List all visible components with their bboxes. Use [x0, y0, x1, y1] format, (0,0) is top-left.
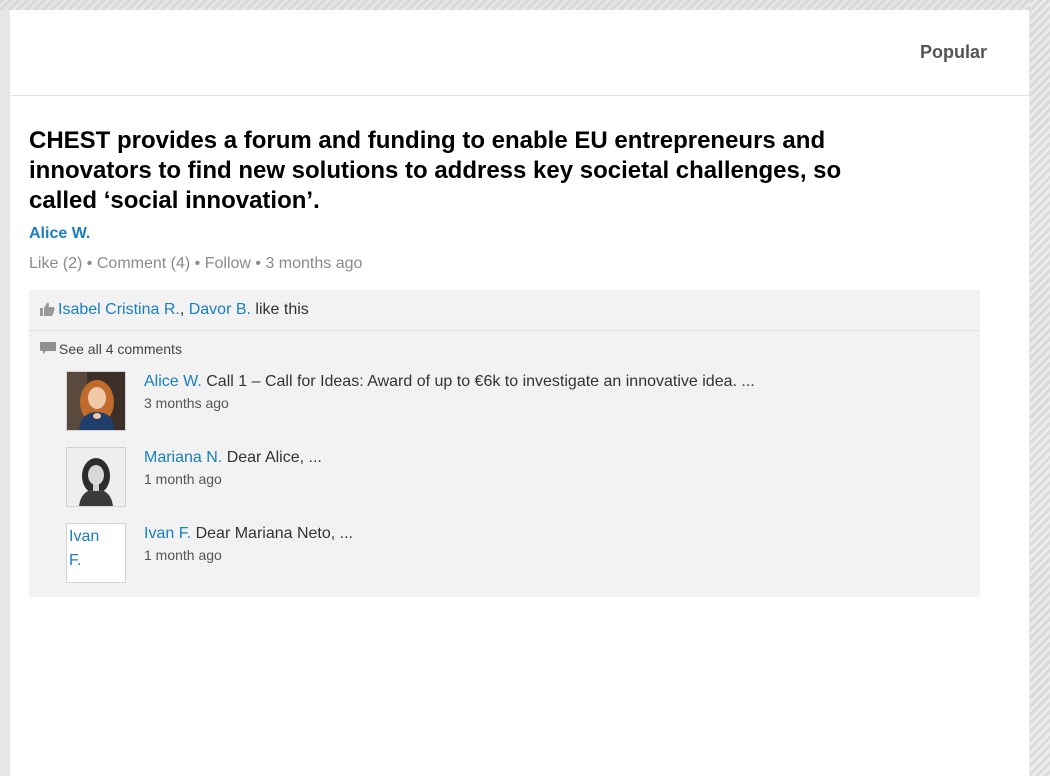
liker-link-davor[interactable]: Davor B.: [189, 301, 251, 318]
avatar-alt-line: F.: [69, 552, 82, 569]
post-timestamp: 3 months ago: [265, 255, 363, 272]
comment-item: Mariana N. Dear Alice, ... 1 month ago: [66, 447, 980, 511]
post-author-link[interactable]: Alice W.: [29, 225, 90, 243]
thumbs-up-icon: [40, 292, 55, 332]
post-actions: Like (2) • Comment (4) • Follow • 3 mont…: [29, 255, 1029, 273]
separator: •: [250, 255, 266, 272]
likers-separator: ,: [179, 301, 189, 318]
post-title[interactable]: CHEST provides a forum and funding to en…: [29, 126, 849, 216]
comment-author-link[interactable]: Mariana N.: [144, 449, 222, 466]
separator: •: [82, 255, 97, 272]
comment-text: Mariana N. Dear Alice, ...: [144, 447, 884, 469]
speech-bubble-icon: [40, 342, 56, 358]
post-card: Popular CHEST provides a forum and fundi…: [10, 10, 1029, 776]
comment-timestamp: 1 month ago: [144, 471, 222, 487]
comment-timestamp: 1 month ago: [144, 547, 222, 563]
likes-row: Isabel Cristina R., Davor B. like this: [29, 290, 980, 331]
comments-block: See all 4 comments Alice W. Call 1 – Cal…: [29, 331, 980, 597]
comment-excerpt: Call 1 – Call for Ideas: Award of up to …: [201, 373, 755, 390]
top-border: [0, 0, 1050, 10]
separator: •: [190, 255, 205, 272]
social-panel: Isabel Cristina R., Davor B. like this S…: [29, 290, 980, 597]
comment-text: Alice W. Call 1 – Call for Ideas: Award …: [144, 371, 884, 393]
avatar-mariana[interactable]: [66, 447, 126, 507]
avatar-alice[interactable]: [66, 371, 126, 431]
comment-item: Alice W. Call 1 – Call for Ideas: Award …: [66, 371, 980, 435]
likes-suffix: like this: [250, 301, 309, 318]
see-all-label: See all 4 comments: [59, 341, 182, 357]
avatar-ivan[interactable]: Ivan F.: [66, 523, 126, 583]
right-scroll-gutter: [1030, 0, 1050, 776]
comment-body: Ivan F. Dear Mariana Neto, ... 1 month a…: [144, 523, 884, 563]
comment-timestamp: 3 months ago: [144, 395, 229, 411]
comment-author-link[interactable]: Alice W.: [144, 373, 202, 390]
like-action[interactable]: Like (2): [29, 255, 82, 272]
post: CHEST provides a forum and funding to en…: [10, 96, 1029, 597]
follow-action[interactable]: Follow: [205, 255, 251, 272]
see-all-comments-link[interactable]: See all 4 comments: [40, 341, 182, 358]
comment-excerpt: Dear Alice, ...: [222, 449, 322, 466]
liker-link-isabel[interactable]: Isabel Cristina R.: [58, 301, 180, 318]
comment-body: Alice W. Call 1 – Call for Ideas: Award …: [144, 371, 884, 411]
comment-body: Mariana N. Dear Alice, ... 1 month ago: [144, 447, 884, 487]
popular-tab[interactable]: Popular: [920, 42, 987, 63]
avatar-alt-line: Ivan: [69, 528, 100, 545]
comment-item: Ivan F. Ivan F. Dear Mariana Neto, ... 1…: [66, 523, 980, 587]
card-header: Popular: [10, 10, 1029, 96]
comment-excerpt: Dear Mariana Neto, ...: [191, 525, 353, 542]
comment-action[interactable]: Comment (4): [97, 255, 190, 272]
comment-author-link[interactable]: Ivan F.: [144, 525, 191, 542]
comment-text: Ivan F. Dear Mariana Neto, ...: [144, 523, 884, 545]
